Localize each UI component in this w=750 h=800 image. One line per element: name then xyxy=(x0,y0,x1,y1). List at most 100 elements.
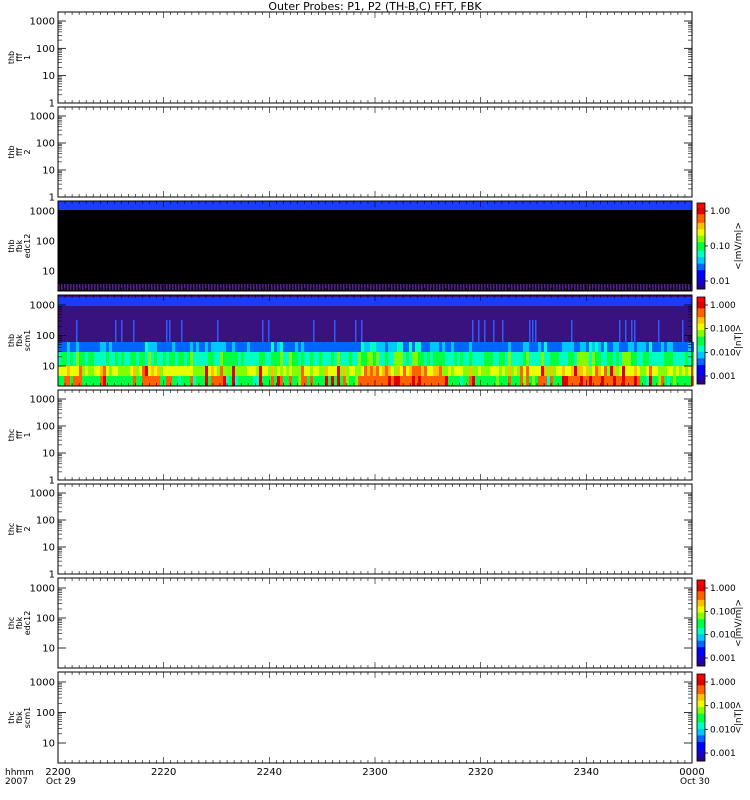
spectrogram-bin xyxy=(214,366,217,376)
spectrogram-bin xyxy=(619,284,621,290)
panel-thb-fbk-edc12: 101001000thb fbk edc120.010.101.00<|mV/m|> xyxy=(7,200,744,292)
spectrogram-bin xyxy=(262,342,265,352)
spectrogram-bin xyxy=(676,284,678,290)
y-tick-label: 100 xyxy=(36,516,55,527)
spectrogram-bin xyxy=(553,376,556,386)
spectrogram-bin xyxy=(409,352,412,366)
spectrogram-bin xyxy=(646,366,649,376)
spectrogram-bin xyxy=(82,284,84,290)
spectrogram-bin xyxy=(349,376,352,386)
spectrogram-bin xyxy=(499,284,501,290)
spectrogram-bin xyxy=(532,352,535,366)
spectrogram-bin xyxy=(70,342,73,352)
spectrogram-bin xyxy=(175,284,177,290)
spectrogram-bin xyxy=(364,342,367,352)
spectrogram-bin xyxy=(388,342,391,352)
spectrogram-bin xyxy=(259,352,262,366)
spectrogram-bin xyxy=(670,366,673,376)
spectrogram-bin xyxy=(610,352,613,366)
spectrogram-bin xyxy=(295,366,298,376)
spectrogram-bin xyxy=(334,284,336,290)
spectrogram-bin xyxy=(73,376,76,386)
spectrogram-bin xyxy=(619,366,622,376)
spectrogram-bin xyxy=(430,352,433,366)
spectrogram-bin xyxy=(340,366,343,376)
spectrogram-bin xyxy=(682,342,685,352)
y-tick-label: 10 xyxy=(42,71,55,82)
spectrogram-bin xyxy=(130,366,133,376)
spectrogram-bin xyxy=(493,352,496,366)
spectrogram-bin xyxy=(364,376,367,386)
x-tick-label: 2300 xyxy=(362,767,387,778)
spectrogram-bin xyxy=(286,376,289,386)
spectrogram-bin xyxy=(643,366,646,376)
spectrogram-bin xyxy=(637,366,640,376)
spectrogram-bin xyxy=(430,366,433,376)
spectrogram-bin xyxy=(553,352,556,366)
spectrogram-bin xyxy=(376,284,378,290)
spectrogram-bin xyxy=(220,342,223,352)
spectrogram-bin xyxy=(244,352,247,366)
spectrogram-bin xyxy=(88,352,91,366)
spectrogram-bin xyxy=(190,366,193,376)
spectrogram-bin xyxy=(376,376,379,386)
spectrogram-bin xyxy=(568,376,571,386)
spectrogram-bin xyxy=(376,342,379,352)
spectrogram-bin xyxy=(169,342,172,352)
colorbar-segment xyxy=(697,297,705,300)
spectrogram-bin xyxy=(226,342,229,352)
spectrogram-bin xyxy=(220,366,223,376)
spectrogram-bin xyxy=(325,342,328,352)
spectrogram-bin xyxy=(577,352,580,366)
colorbar-segment xyxy=(697,674,705,677)
spectrogram-bin xyxy=(373,376,376,386)
y-tick-label: 1 xyxy=(49,570,55,581)
spectrogram-bin xyxy=(310,352,313,366)
spectrogram-bin xyxy=(664,284,666,290)
spectrogram-bin xyxy=(184,342,187,352)
spectrogram-bin xyxy=(382,342,385,352)
spectrogram-bin xyxy=(523,284,525,290)
spectrogram-bin xyxy=(532,376,535,386)
spectrogram-bin xyxy=(397,352,400,366)
spectrogram-bin xyxy=(553,342,556,352)
spectrogram-bin xyxy=(520,376,523,386)
spectrogram-bin xyxy=(307,352,310,366)
panel-thc-fbk-edc12: 101001000thc fbk edc120.0010.0100.1001.000… xyxy=(7,577,744,669)
spectrogram-bin xyxy=(124,352,127,366)
spectrogram-bin xyxy=(433,284,435,290)
spectrogram-bin xyxy=(193,284,195,290)
spectrogram-bin xyxy=(418,366,421,376)
spectrogram-bin xyxy=(496,376,499,386)
spectrogram-bin xyxy=(157,342,160,352)
spectrogram-bin xyxy=(118,376,121,386)
spectrogram-bin xyxy=(73,342,76,352)
colorbar-tick-label: 0.010 xyxy=(710,631,736,641)
spectrogram-bin xyxy=(139,342,142,352)
spectrogram-bin xyxy=(256,284,258,290)
spectrogram-bin xyxy=(403,352,406,366)
spectrogram-bin xyxy=(400,376,403,386)
spectrogram-bin xyxy=(211,342,214,352)
spectrogram-bin xyxy=(412,352,415,366)
spectrogram-bin xyxy=(394,352,397,366)
y-tick-label: 100 xyxy=(36,614,55,625)
spectrogram-bin xyxy=(283,352,286,366)
spectrogram-bin xyxy=(547,352,550,366)
y-tick-label: 1000 xyxy=(30,584,55,595)
spectrogram-bin xyxy=(190,284,192,290)
spectrogram-bin xyxy=(328,284,330,290)
spectrogram-bin xyxy=(436,352,439,366)
spectrogram-bin xyxy=(292,284,294,290)
spectrogram-bin xyxy=(376,352,379,366)
spectrogram-bin xyxy=(73,366,76,376)
y-tick-label: 1000 xyxy=(30,207,55,218)
spectrogram-bin xyxy=(172,342,175,352)
spectrogram-bin xyxy=(394,376,397,386)
spectrogram-bin xyxy=(301,284,303,290)
colorbar-unit-label: <|nT|> xyxy=(734,701,744,733)
spectrogram-bin xyxy=(583,284,585,290)
spectrogram-bin xyxy=(106,342,109,352)
spectrogram-bin xyxy=(406,284,408,290)
spectrogram-bin xyxy=(484,352,487,366)
